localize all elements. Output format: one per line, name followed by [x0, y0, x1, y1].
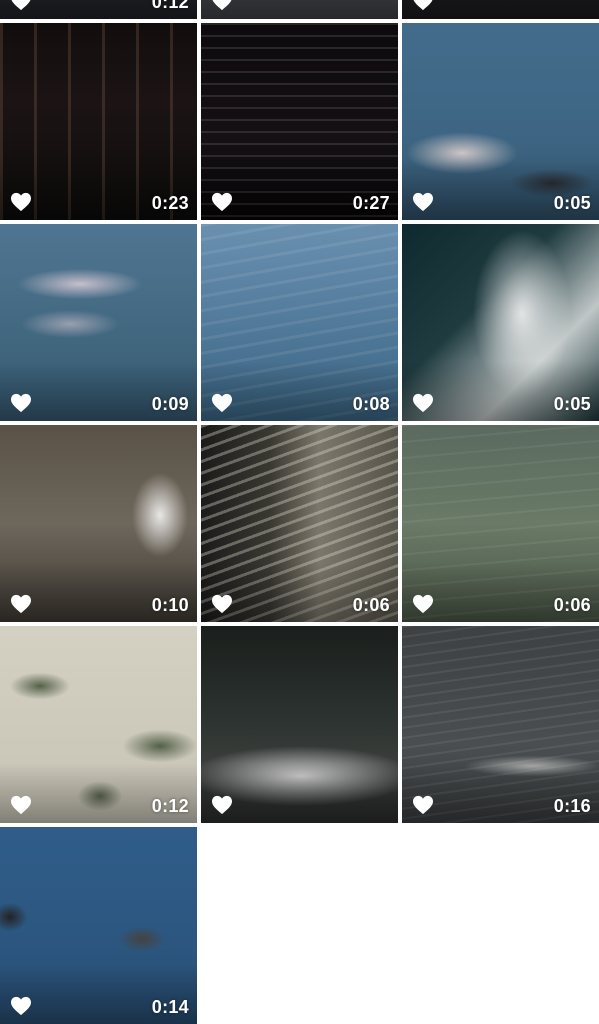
video-duration: 0:16 [553, 796, 591, 816]
video-thumbnail[interactable]: 0:23 [0, 23, 197, 220]
video-thumbnail[interactable] [201, 626, 398, 823]
video-duration: 0:05 [553, 193, 591, 213]
video-thumbnail[interactable]: 0:09 [0, 224, 197, 421]
heart-icon[interactable] [211, 594, 233, 614]
video-duration: 0:12 [151, 796, 189, 816]
video-duration: 0:14 [151, 997, 189, 1017]
heart-icon[interactable] [211, 192, 233, 212]
heart-icon[interactable] [412, 192, 434, 212]
video-duration: 0:05 [553, 394, 591, 414]
video-duration: 0:10 [151, 595, 189, 615]
heart-icon[interactable] [412, 594, 434, 614]
heart-icon[interactable] [10, 795, 32, 815]
heart-icon[interactable] [211, 0, 233, 11]
video-duration: 0:12 [151, 0, 189, 12]
video-grid: 0:12 0:23 0:27 0:05 0:09 0:08 0:05 0:10 … [0, 0, 599, 1024]
video-thumbnail[interactable]: 0:27 [201, 23, 398, 220]
video-thumbnail[interactable]: 0:12 [0, 0, 197, 19]
heart-icon[interactable] [10, 996, 32, 1016]
heart-icon[interactable] [412, 393, 434, 413]
video-thumbnail[interactable]: 0:05 [402, 23, 599, 220]
video-thumbnail[interactable]: 0:14 [0, 827, 197, 1024]
heart-icon[interactable] [211, 393, 233, 413]
video-thumbnail[interactable]: 0:08 [201, 224, 398, 421]
heart-icon[interactable] [10, 192, 32, 212]
video-duration: 0:09 [151, 394, 189, 414]
heart-icon[interactable] [10, 594, 32, 614]
video-duration: 0:06 [553, 595, 591, 615]
video-duration: 0:06 [352, 595, 390, 615]
video-thumbnail[interactable]: 0:12 [0, 626, 197, 823]
heart-icon[interactable] [412, 0, 434, 11]
video-duration: 0:23 [151, 193, 189, 213]
heart-icon[interactable] [10, 393, 32, 413]
video-thumbnail[interactable]: 0:06 [402, 425, 599, 622]
video-thumbnail[interactable] [201, 0, 398, 19]
video-thumbnail[interactable]: 0:16 [402, 626, 599, 823]
video-duration: 0:08 [352, 394, 390, 414]
video-duration: 0:27 [352, 193, 390, 213]
heart-icon[interactable] [211, 795, 233, 815]
video-thumbnail[interactable]: 0:10 [0, 425, 197, 622]
heart-icon[interactable] [10, 0, 32, 11]
empty-slot [201, 827, 398, 1024]
video-thumbnail[interactable]: 0:06 [201, 425, 398, 622]
empty-slot [402, 827, 599, 1024]
heart-icon[interactable] [412, 795, 434, 815]
video-thumbnail[interactable]: 0:05 [402, 224, 599, 421]
video-thumbnail[interactable] [402, 0, 599, 19]
